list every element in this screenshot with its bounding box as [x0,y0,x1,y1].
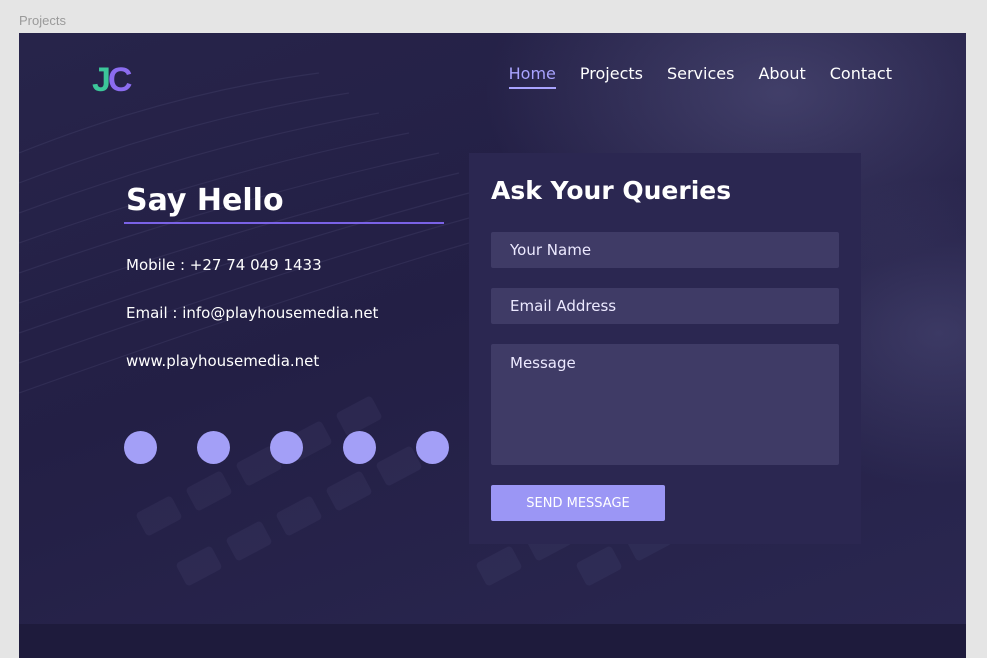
email-text: Email : info@playhousemedia.net [126,304,379,322]
social-icon-4[interactable] [343,431,376,464]
logo-letter-c: C [107,61,133,99]
site-logo[interactable]: JC [92,61,133,99]
footer-strip [19,624,966,658]
nav-contact[interactable]: Contact [830,64,892,88]
social-icon-1[interactable] [124,431,157,464]
send-message-button[interactable]: SEND MESSAGE [491,485,665,521]
email-input[interactable] [491,288,839,324]
form-title: Ask Your Queries [491,176,732,205]
message-textarea[interactable] [491,344,839,465]
nav-services[interactable]: Services [667,64,734,88]
nav-home[interactable]: Home [508,64,557,89]
design-frame: JC Home Projects Services About Contact … [19,33,966,658]
nav-projects[interactable]: Projects [580,64,643,88]
social-icon-2[interactable] [197,431,230,464]
website-link[interactable]: www.playhousemedia.net [126,352,446,370]
social-icon-5[interactable] [416,431,449,464]
logo-letter-j: J [92,61,111,99]
nav-about[interactable]: About [758,64,805,88]
query-form: Ask Your Queries SEND MESSAGE [469,153,861,544]
contact-info: Say Hello Mobile : +27 74 049 1433 Email… [124,183,446,370]
social-icons [124,431,449,464]
name-input[interactable] [491,232,839,268]
main-nav: Home Projects Services About Contact [508,64,892,89]
frame-label: Projects [19,13,66,28]
mobile-text: Mobile : +27 74 049 1433 [126,256,322,274]
contact-heading: Say Hello [126,183,284,218]
social-icon-3[interactable] [270,431,303,464]
heading-underline [124,222,444,224]
